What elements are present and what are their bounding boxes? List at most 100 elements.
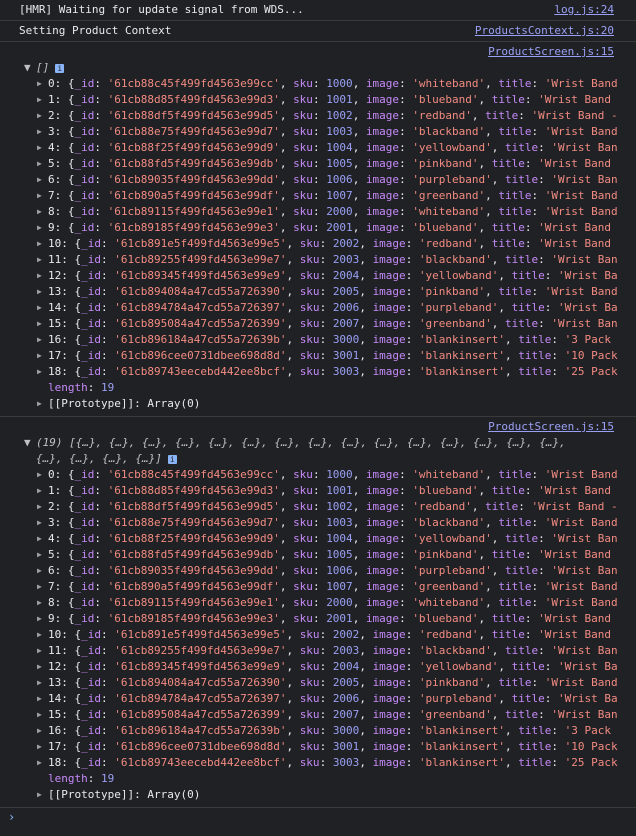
array-item-row[interactable]: ▶ 8: {_id: '61cb89115f499fd4563e99e1', sk… (0, 595, 636, 611)
array-item-row[interactable]: ▶ 16: {_id: '61cb896184a47cd55a72639b', s… (0, 332, 636, 348)
prototype-row[interactable]: ▶ [[Prototype]]: Array(0) (0, 787, 636, 803)
array-item-row[interactable]: ▶ 10: {_id: '61cb891e5f499fd4563e99e5', s… (0, 236, 636, 252)
array-item-row[interactable]: ▶ 2: {_id: '61cb88df5f499fd4563e99d5', sk… (0, 499, 636, 515)
array-item-row[interactable]: ▶ 11: {_id: '61cb89255f499fd4563e99e7', s… (0, 252, 636, 268)
expand-triangle-icon[interactable]: ▶ (37, 755, 42, 771)
expand-triangle-icon[interactable]: ▶ (37, 364, 42, 380)
title-key: title (518, 333, 552, 346)
expand-triangle-icon[interactable]: ▶ (37, 675, 42, 691)
expand-triangle-icon[interactable]: ▶ (37, 92, 42, 108)
array-item-row[interactable]: ▶ 12: {_id: '61cb89345f499fd4563e99e9', s… (0, 659, 636, 675)
id-value: '61cb88d85f499fd4563e99d3' (107, 93, 280, 106)
expand-triangle-icon[interactable]: ▶ (37, 124, 42, 140)
array-item-row[interactable]: ▶ 11: {_id: '61cb89255f499fd4563e99e7', s… (0, 643, 636, 659)
array-item-row[interactable]: ▶ 8: {_id: '61cb89115f499fd4563e99e1', sk… (0, 204, 636, 220)
array-item-row[interactable]: ▶ 9: {_id: '61cb89185f499fd4563e99e3', sk… (0, 611, 636, 627)
expand-triangle-icon[interactable]: ▼ (24, 435, 34, 451)
collapse-triangle-icon[interactable]: ▶ (37, 787, 42, 803)
expand-triangle-icon[interactable]: ▶ (37, 723, 42, 739)
prototype-row[interactable]: ▶ [[Prototype]]: Array(0) (0, 396, 636, 412)
array-item-row[interactable]: ▶ 6: {_id: '61cb89035f499fd4563e99dd', sk… (0, 172, 636, 188)
expand-triangle-icon[interactable]: ▶ (37, 236, 42, 252)
id-key: _id (81, 269, 101, 282)
console-prompt-input[interactable]: › (0, 808, 636, 826)
array-item-row[interactable]: ▶ 4: {_id: '61cb88f25f499fd4563e99d9', sk… (0, 531, 636, 547)
array-item-row[interactable]: ▶ 14: {_id: '61cb894784a47cd55a726397', s… (0, 300, 636, 316)
source-link-log[interactable]: log.js:24 (554, 2, 614, 18)
console-log-group-2: ProductScreen.js:15 ▼ (19) [{…}, {…}, {…… (0, 417, 636, 808)
array-item-row[interactable]: ▶ 18: {_id: '61cb89743eecebd442ee8bcf', s… (0, 364, 636, 380)
expand-triangle-icon[interactable]: ▶ (37, 659, 42, 675)
array-item-row[interactable]: ▶ 5: {_id: '61cb88fd5f499fd4563e99db', sk… (0, 547, 636, 563)
expand-triangle-icon[interactable]: ▶ (37, 316, 42, 332)
expand-triangle-icon[interactable]: ▶ (37, 563, 42, 579)
array-item-row[interactable]: ▶ 4: {_id: '61cb88f25f499fd4563e99d9', sk… (0, 140, 636, 156)
array-item-row[interactable]: ▶ 13: {_id: '61cb894084a47cd55a726390', s… (0, 675, 636, 691)
array-item-row[interactable]: ▶ 15: {_id: '61cb895084a47cd55a726399', s… (0, 707, 636, 723)
array-item-row[interactable]: ▶ 18: {_id: '61cb89743eecebd442ee8bcf', s… (0, 755, 636, 771)
expand-triangle-icon[interactable]: ▶ (37, 531, 42, 547)
array-item-row[interactable]: ▶ 7: {_id: '61cb890a5f499fd4563e99df', sk… (0, 579, 636, 595)
array-item-row[interactable]: ▶ 3: {_id: '61cb88e75f499fd4563e99d7', sk… (0, 515, 636, 531)
array-item-row[interactable]: ▶ 17: {_id: '61cb896cee0731dbee698d8d', s… (0, 348, 636, 364)
array-item-row[interactable]: ▶ 1: {_id: '61cb88d85f499fd4563e99d3', sk… (0, 483, 636, 499)
array-item-row[interactable]: ▶ 10: {_id: '61cb891e5f499fd4563e99e5', s… (0, 627, 636, 643)
expand-triangle-icon[interactable]: ▶ (37, 739, 42, 755)
expand-triangle-icon[interactable]: ▶ (37, 172, 42, 188)
info-icon[interactable]: i (55, 63, 65, 73)
expand-triangle-icon[interactable]: ▶ (37, 76, 42, 92)
array-item-row[interactable]: ▶ 16: {_id: '61cb896184a47cd55a72639b', s… (0, 723, 636, 739)
expand-triangle-icon[interactable]: ▶ (37, 579, 42, 595)
source-link-product-screen[interactable]: ProductScreen.js:15 (0, 44, 636, 60)
expand-triangle-icon[interactable]: ▶ (37, 204, 42, 220)
array-item-row[interactable]: ▶ 15: {_id: '61cb895084a47cd55a726399', s… (0, 316, 636, 332)
expand-triangle-icon[interactable]: ▶ (37, 188, 42, 204)
expand-triangle-icon[interactable]: ▶ (37, 595, 42, 611)
expand-triangle-icon[interactable]: ▶ (37, 348, 42, 364)
expand-triangle-icon[interactable]: ▶ (37, 691, 42, 707)
array-item-row[interactable]: ▶ 2: {_id: '61cb88df5f499fd4563e99d5', sk… (0, 108, 636, 124)
expand-triangle-icon[interactable]: ▶ (37, 268, 42, 284)
expand-triangle-icon[interactable]: ▶ (37, 627, 42, 643)
expand-triangle-icon[interactable]: ▶ (37, 643, 42, 659)
title-key: title (505, 644, 539, 657)
expand-triangle-icon[interactable]: ▶ (37, 547, 42, 563)
array-item-row[interactable]: ▶ 1: {_id: '61cb88d85f499fd4563e99d3', sk… (0, 92, 636, 108)
expand-triangle-icon[interactable]: ▶ (37, 300, 42, 316)
array-item-row[interactable]: ▶ 3: {_id: '61cb88e75f499fd4563e99d7', sk… (0, 124, 636, 140)
expand-triangle-icon[interactable]: ▶ (37, 108, 42, 124)
expand-triangle-icon[interactable]: ▶ (37, 332, 42, 348)
expand-triangle-icon[interactable]: ▶ (37, 515, 42, 531)
console-message-context: Setting Product Context ProductsContext.… (0, 21, 636, 42)
array-item-row[interactable]: ▶ 9: {_id: '61cb89185f499fd4563e99e3', sk… (0, 220, 636, 236)
array-item-row[interactable]: ▶ 7: {_id: '61cb890a5f499fd4563e99df', sk… (0, 188, 636, 204)
expand-triangle-icon[interactable]: ▶ (37, 156, 42, 172)
expand-triangle-icon[interactable]: ▼ (24, 60, 34, 76)
expand-triangle-icon[interactable]: ▶ (37, 284, 42, 300)
title-value: '3 Pack (564, 333, 612, 346)
array-item-row[interactable]: ▶ 13: {_id: '61cb894084a47cd55a726390', s… (0, 284, 636, 300)
image-value: 'whiteband' (412, 77, 486, 90)
array-header[interactable]: ▼ (19) [{…}, {…}, {…}, {…}, {…}, {…}, {…… (0, 435, 636, 467)
source-link-products-context[interactable]: ProductsContext.js:20 (475, 23, 614, 39)
array-item-row[interactable]: ▶ 6: {_id: '61cb89035f499fd4563e99dd', sk… (0, 563, 636, 579)
expand-triangle-icon[interactable]: ▶ (37, 220, 42, 236)
array-item-row[interactable]: ▶ 14: {_id: '61cb894784a47cd55a726397', s… (0, 691, 636, 707)
expand-triangle-icon[interactable]: ▶ (37, 483, 42, 499)
array-item-row[interactable]: ▶ 0: {_id: '61cb88c45f499fd4563e99cc', sk… (0, 467, 636, 483)
array-item-row[interactable]: ▶ 0: {_id: '61cb88c45f499fd4563e99cc', sk… (0, 76, 636, 92)
source-link-product-screen[interactable]: ProductScreen.js:15 (0, 419, 636, 435)
expand-triangle-icon[interactable]: ▶ (37, 140, 42, 156)
collapse-triangle-icon[interactable]: ▶ (37, 396, 42, 412)
array-item-row[interactable]: ▶ 5: {_id: '61cb88fd5f499fd4563e99db', sk… (0, 156, 636, 172)
array-item-row[interactable]: ▶ 17: {_id: '61cb896cee0731dbee698d8d', s… (0, 739, 636, 755)
expand-triangle-icon[interactable]: ▶ (37, 499, 42, 515)
expand-triangle-icon[interactable]: ▶ (37, 707, 42, 723)
array-item-row[interactable]: ▶ 12: {_id: '61cb89345f499fd4563e99e9', s… (0, 268, 636, 284)
expand-triangle-icon[interactable]: ▶ (37, 252, 42, 268)
info-icon[interactable]: i (167, 454, 177, 464)
expand-triangle-icon[interactable]: ▶ (37, 467, 42, 483)
title-key: title (518, 740, 552, 753)
array-header[interactable]: ▼ [] i (0, 60, 636, 76)
expand-triangle-icon[interactable]: ▶ (37, 611, 42, 627)
